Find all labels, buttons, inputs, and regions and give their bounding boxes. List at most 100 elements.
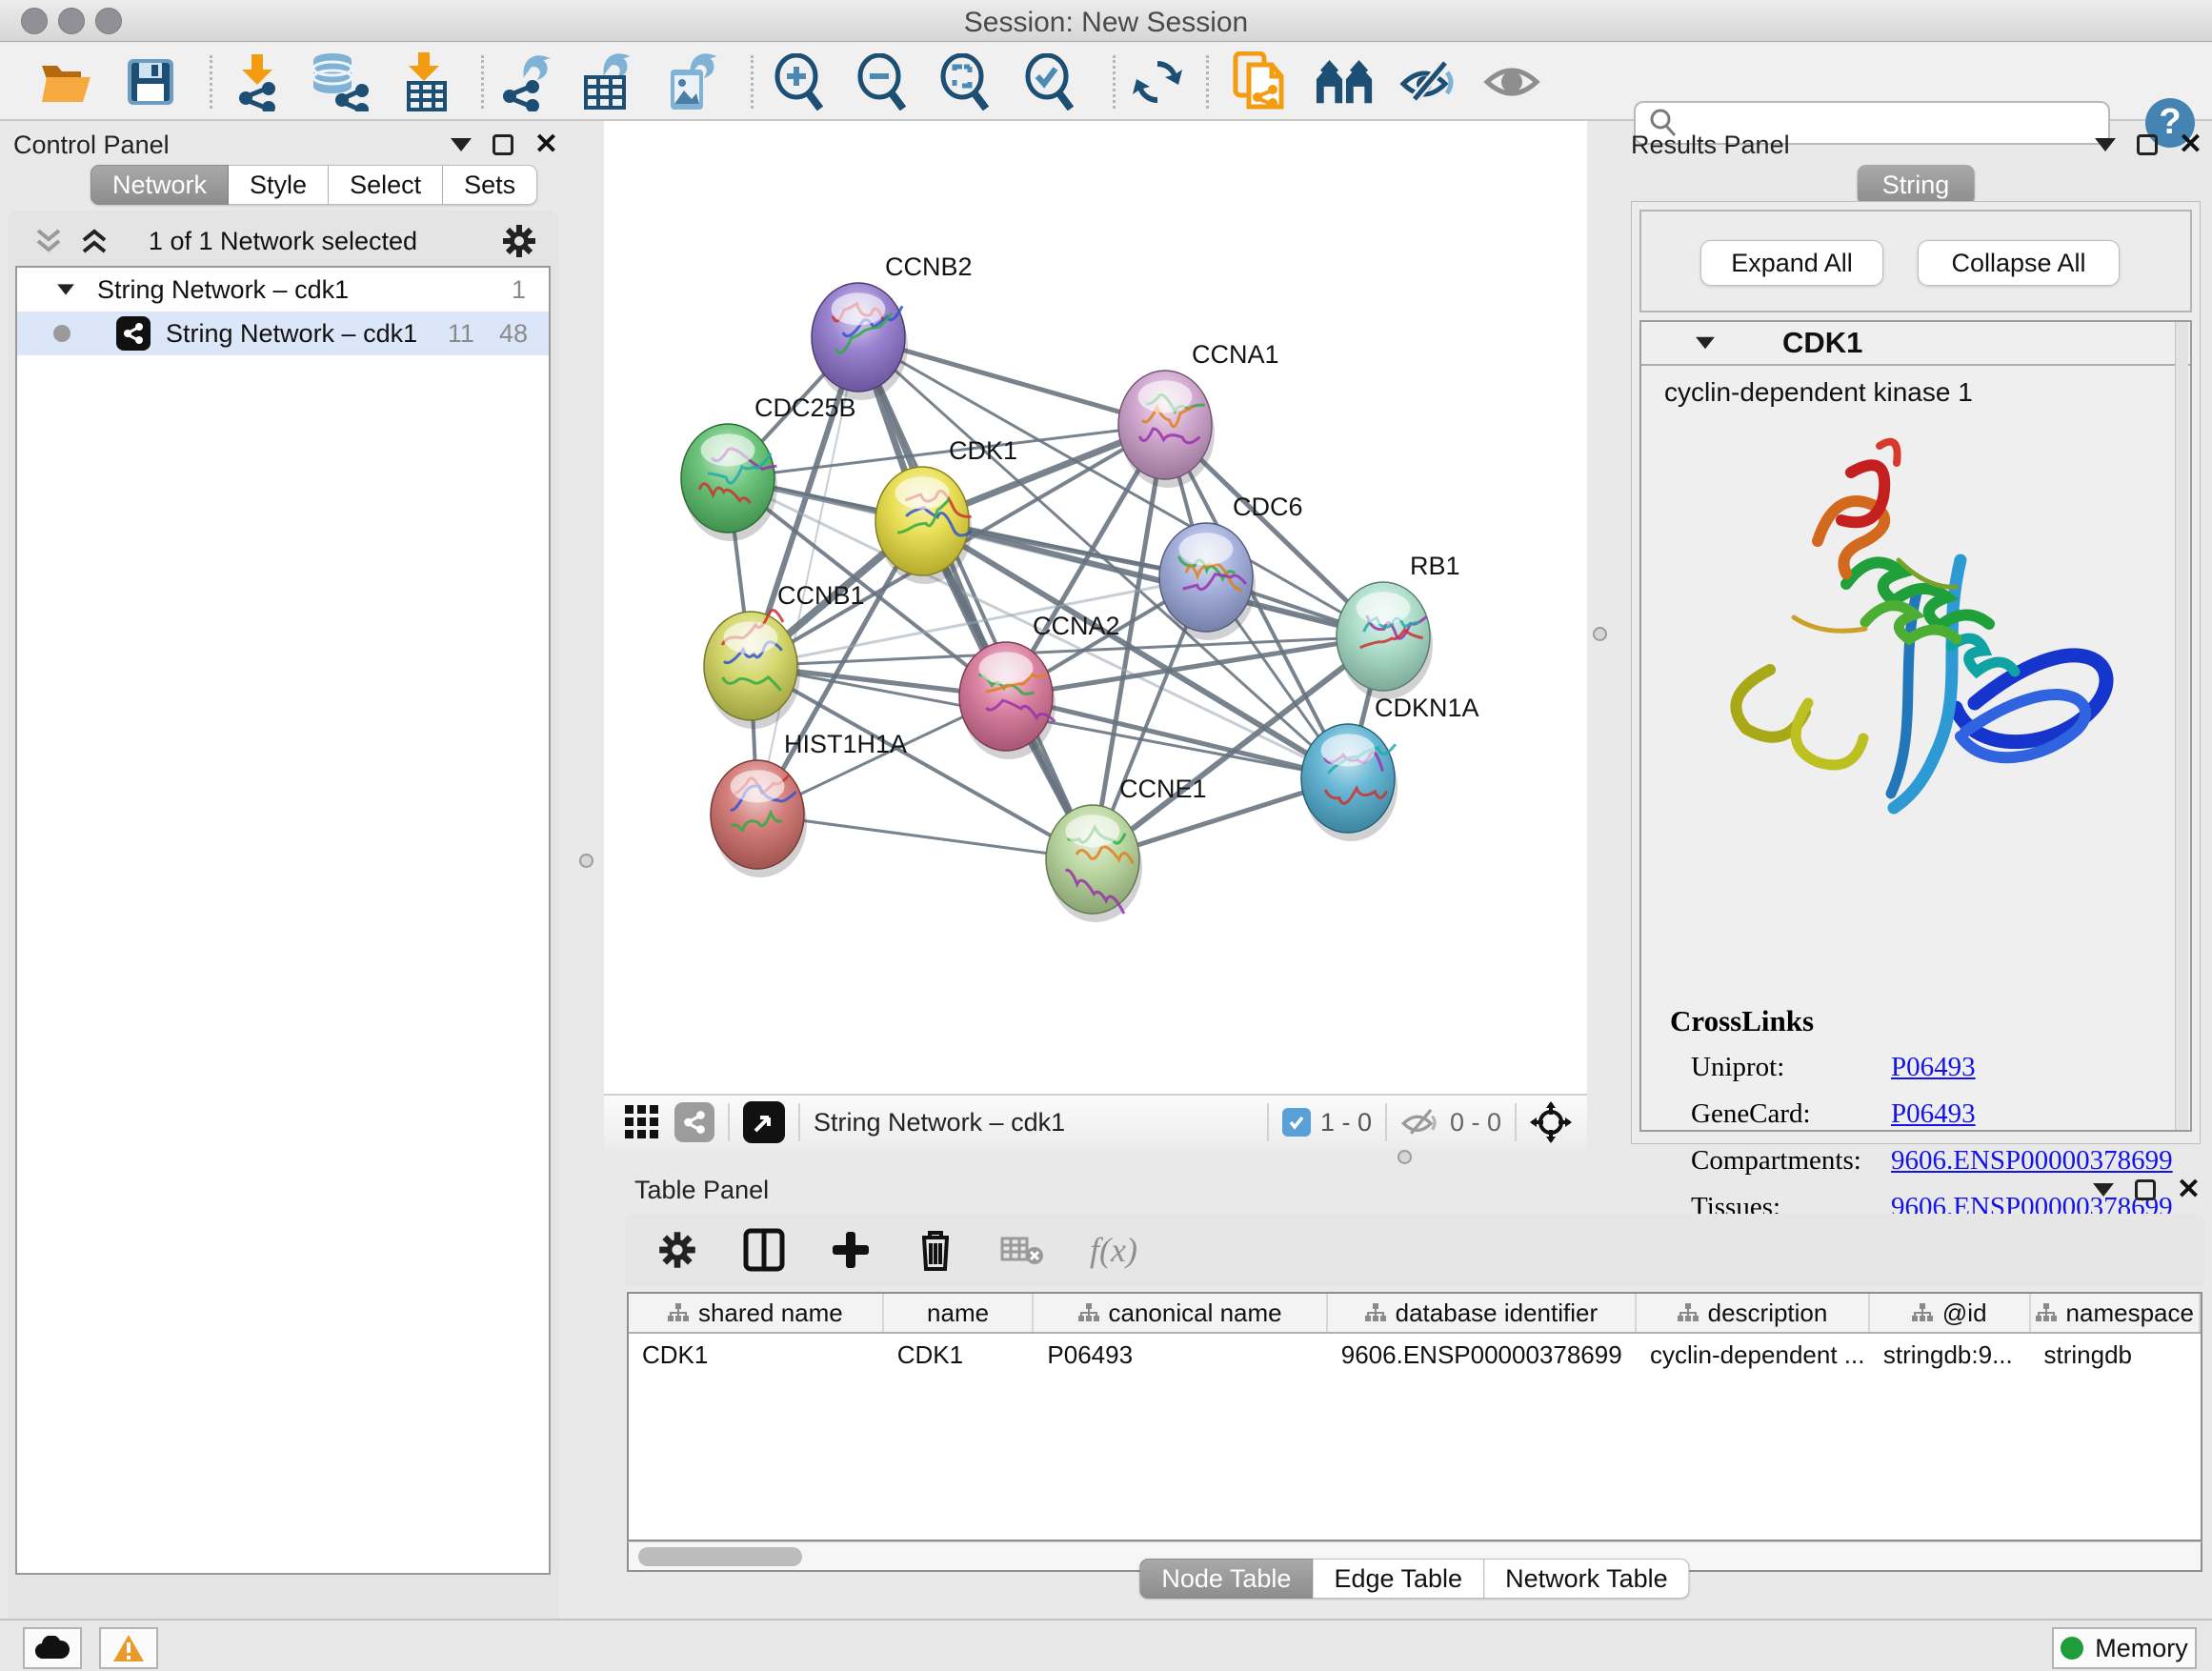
zoom-fit-icon[interactable]: [935, 53, 996, 111]
tab-style[interactable]: Style: [229, 165, 329, 205]
export-network-icon[interactable]: [495, 53, 556, 111]
hidden-indicator-icon[interactable]: [1400, 1106, 1440, 1138]
column-header-namespace[interactable]: namespace: [2031, 1294, 2201, 1332]
open-session-icon[interactable]: [36, 53, 97, 111]
zoom-selected-icon[interactable]: [1020, 53, 1081, 111]
network-row[interactable]: String Network – cdk1 11 48: [17, 312, 549, 355]
close-table-icon[interactable]: ✕: [2177, 1179, 2201, 1200]
network-graph[interactable]: CCNB2CCNA1CDC25BCDK1CDC6RB1CCNB1CCNA2CDK…: [604, 121, 1587, 1094]
network-view-toolbar: String Network – cdk1 1 - 0 0 - 0: [604, 1094, 1587, 1149]
tab-node-table[interactable]: Node Table: [1139, 1559, 1313, 1599]
table-cell[interactable]: 9606.ENSP00000378699: [1328, 1334, 1637, 1376]
first-neighbors-icon[interactable]: [1315, 53, 1376, 111]
detach-view-icon[interactable]: [743, 1101, 785, 1143]
edge-CCNA2-CDKN1A[interactable]: [1006, 696, 1348, 778]
edge-HIST1H1A-CCNE1[interactable]: [757, 815, 1093, 859]
delete-column-trash-icon[interactable]: [916, 1228, 955, 1272]
left-splitter-handle[interactable]: [579, 854, 593, 868]
node-HIST1H1A[interactable]: HIST1H1A: [711, 730, 907, 877]
table-cell[interactable]: P06493: [1034, 1334, 1327, 1376]
tab-sets[interactable]: Sets: [443, 165, 537, 205]
table-options-gear-icon[interactable]: [657, 1230, 697, 1270]
cdk1-card-header[interactable]: CDK1: [1641, 322, 2190, 366]
apply-layout-icon[interactable]: [1127, 53, 1188, 111]
column-header-database-identifier[interactable]: database identifier: [1328, 1294, 1637, 1332]
cloud-status-button[interactable]: [23, 1627, 82, 1669]
show-all-icon[interactable]: [1482, 53, 1543, 111]
table-cell[interactable]: CDK1: [629, 1334, 884, 1376]
collapse-all-button[interactable]: Collapse All: [1918, 240, 2120, 286]
tab-select[interactable]: Select: [329, 165, 443, 205]
close-panel-icon[interactable]: ✕: [534, 134, 558, 155]
window-title: Session: New Session: [0, 7, 2212, 39]
column-header--id[interactable]: @id: [1870, 1294, 2031, 1332]
delete-table-icon[interactable]: [1000, 1233, 1044, 1267]
crosslink-link[interactable]: P06493: [1891, 1052, 1976, 1083]
copy-network-icon[interactable]: [1229, 53, 1290, 111]
network-collection-row[interactable]: String Network – cdk1 1: [17, 268, 549, 312]
node-CCNA1[interactable]: CCNA1: [1118, 340, 1279, 488]
right-splitter-handle[interactable]: [1593, 627, 1607, 641]
column-header-description[interactable]: description: [1637, 1294, 1870, 1332]
import-network-from-database-icon[interactable]: [308, 53, 369, 111]
results-scrollbar[interactable]: [2175, 322, 2188, 1130]
import-table-icon[interactable]: [395, 53, 456, 111]
cdk1-expander-icon[interactable]: [1696, 337, 1715, 350]
column-header-shared-name[interactable]: shared name: [629, 1294, 884, 1332]
table-cell[interactable]: stringdb: [2031, 1334, 2202, 1376]
tab-edge-table[interactable]: Edge Table: [1313, 1559, 1484, 1599]
crosslink-row: GeneCard:P06493: [1670, 1098, 2173, 1130]
tab-network-table[interactable]: Network Table: [1484, 1559, 1690, 1599]
save-session-icon[interactable]: [120, 53, 181, 111]
table-cell[interactable]: CDK1: [884, 1334, 1035, 1376]
node-CCNA2[interactable]: CCNA2: [959, 612, 1120, 759]
node-CCNB1[interactable]: CCNB1: [704, 581, 865, 729]
create-column-plus-icon[interactable]: [831, 1230, 871, 1270]
table-cell[interactable]: cyclin-dependent ...: [1637, 1334, 1870, 1376]
warning-status-button[interactable]: [99, 1627, 158, 1669]
fit-selected-crosshair-icon[interactable]: [1530, 1101, 1572, 1143]
zoom-in-icon[interactable]: [770, 53, 831, 111]
hide-selected-icon[interactable]: [1398, 53, 1459, 111]
bottom-splitter-handle[interactable]: [1398, 1150, 1412, 1164]
zoom-out-icon[interactable]: [853, 53, 914, 111]
crosslink-link[interactable]: P06493: [1891, 1098, 1976, 1130]
collection-count: 1: [512, 275, 526, 305]
table-row[interactable]: CDK1CDK1P064939606.ENSP00000378699cyclin…: [629, 1334, 2201, 1376]
expand-all-button[interactable]: Expand All: [1700, 240, 1883, 286]
collapse-table-icon[interactable]: [2093, 1183, 2114, 1197]
selected-indicator-icon[interactable]: [1282, 1108, 1311, 1137]
network-list: String Network – cdk1 1 String Network –…: [15, 266, 551, 1575]
tab-string[interactable]: String: [1858, 165, 1975, 205]
table-cell[interactable]: stringdb:9...: [1870, 1334, 2031, 1376]
grid-view-icon[interactable]: [625, 1105, 659, 1139]
network-view-type-icon[interactable]: [674, 1102, 714, 1142]
node-CDKN1A[interactable]: CDKN1A: [1301, 694, 1479, 841]
collapse-panel-icon[interactable]: [451, 138, 472, 151]
column-header-name[interactable]: name: [884, 1294, 1035, 1332]
column-header-canonical-name[interactable]: canonical name: [1034, 1294, 1327, 1332]
node-label-CDC25B: CDC25B: [754, 393, 856, 422]
node-CDC25B[interactable]: CDC25B: [681, 393, 856, 541]
node-RB1[interactable]: RB1: [1337, 552, 1460, 699]
tab-network[interactable]: Network: [90, 165, 229, 205]
close-results-icon[interactable]: ✕: [2179, 134, 2202, 155]
cloud-icon: [34, 1636, 70, 1661]
node-CDC6[interactable]: CDC6: [1159, 493, 1303, 640]
network-edge-count: 48: [499, 319, 528, 349]
collapse-results-icon[interactable]: [2095, 138, 2116, 151]
float-panel-icon[interactable]: [493, 134, 513, 155]
node-label-CCNB2: CCNB2: [885, 252, 973, 281]
node-CCNE1[interactable]: CCNE1: [1046, 775, 1207, 922]
show-columns-icon[interactable]: [743, 1228, 785, 1272]
import-network-icon[interactable]: [227, 53, 288, 111]
float-table-icon[interactable]: [2135, 1179, 2156, 1200]
node-CCNB2[interactable]: CCNB2: [812, 252, 973, 400]
memory-button[interactable]: Memory: [2052, 1627, 2197, 1669]
function-builder-icon[interactable]: f(x): [1090, 1230, 1137, 1270]
float-results-icon[interactable]: [2137, 134, 2158, 155]
collection-expander-icon[interactable]: [57, 284, 74, 294]
export-image-icon[interactable]: [661, 53, 722, 111]
network-canvas[interactable]: CCNB2CCNA1CDC25BCDK1CDC6RB1CCNB1CCNA2CDK…: [604, 121, 1587, 1149]
export-table-icon[interactable]: [576, 53, 637, 111]
